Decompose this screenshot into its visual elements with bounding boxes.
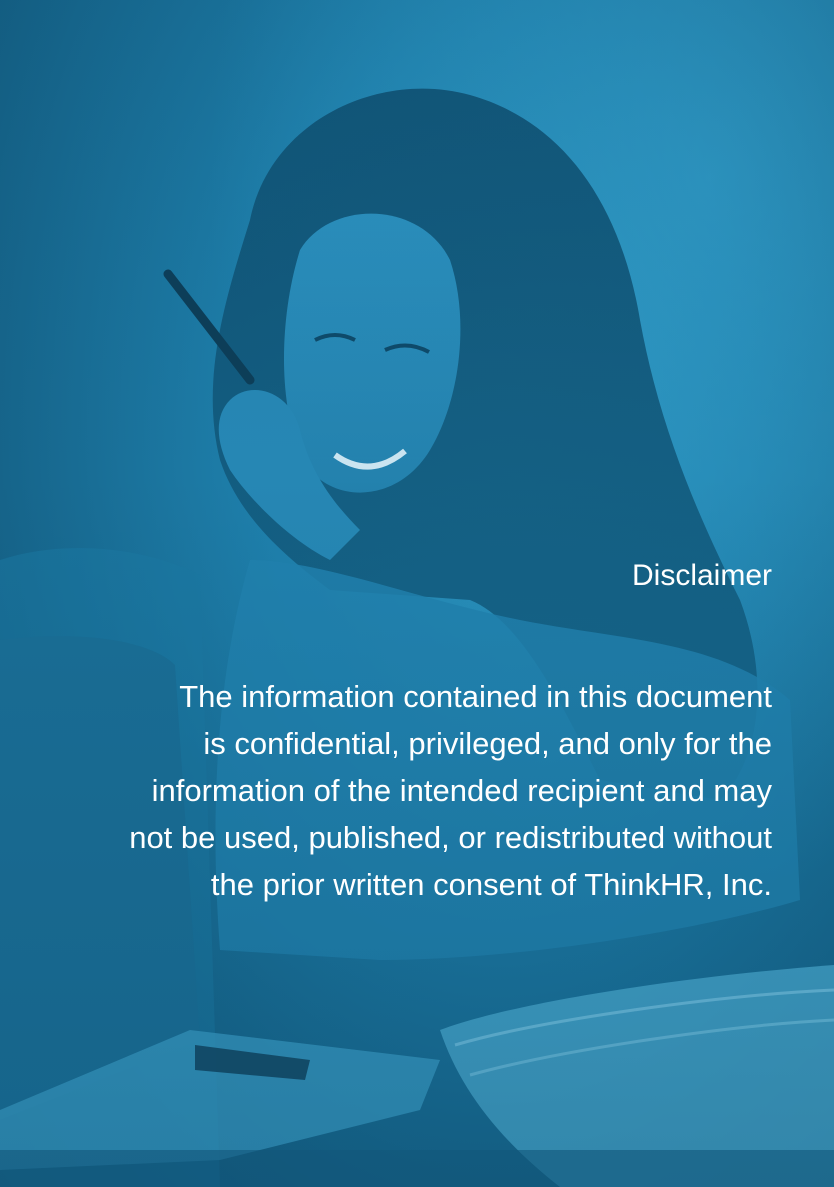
disclaimer-line: information of the intended recipient an… — [151, 773, 772, 808]
disclaimer-line: is confidential, privileged, and only fo… — [203, 726, 772, 761]
disclaimer-line: The information contained in this docume… — [179, 679, 772, 714]
disclaimer-page: Disclaimer The information contained in … — [0, 0, 834, 1187]
disclaimer-line: not be used, published, or redistributed… — [129, 820, 772, 855]
disclaimer-line: the prior written consent of ThinkHR, In… — [210, 867, 772, 902]
disclaimer-title: Disclaimer — [631, 559, 772, 592]
disclaimer-body: The information contained in this docume… — [32, 673, 772, 908]
